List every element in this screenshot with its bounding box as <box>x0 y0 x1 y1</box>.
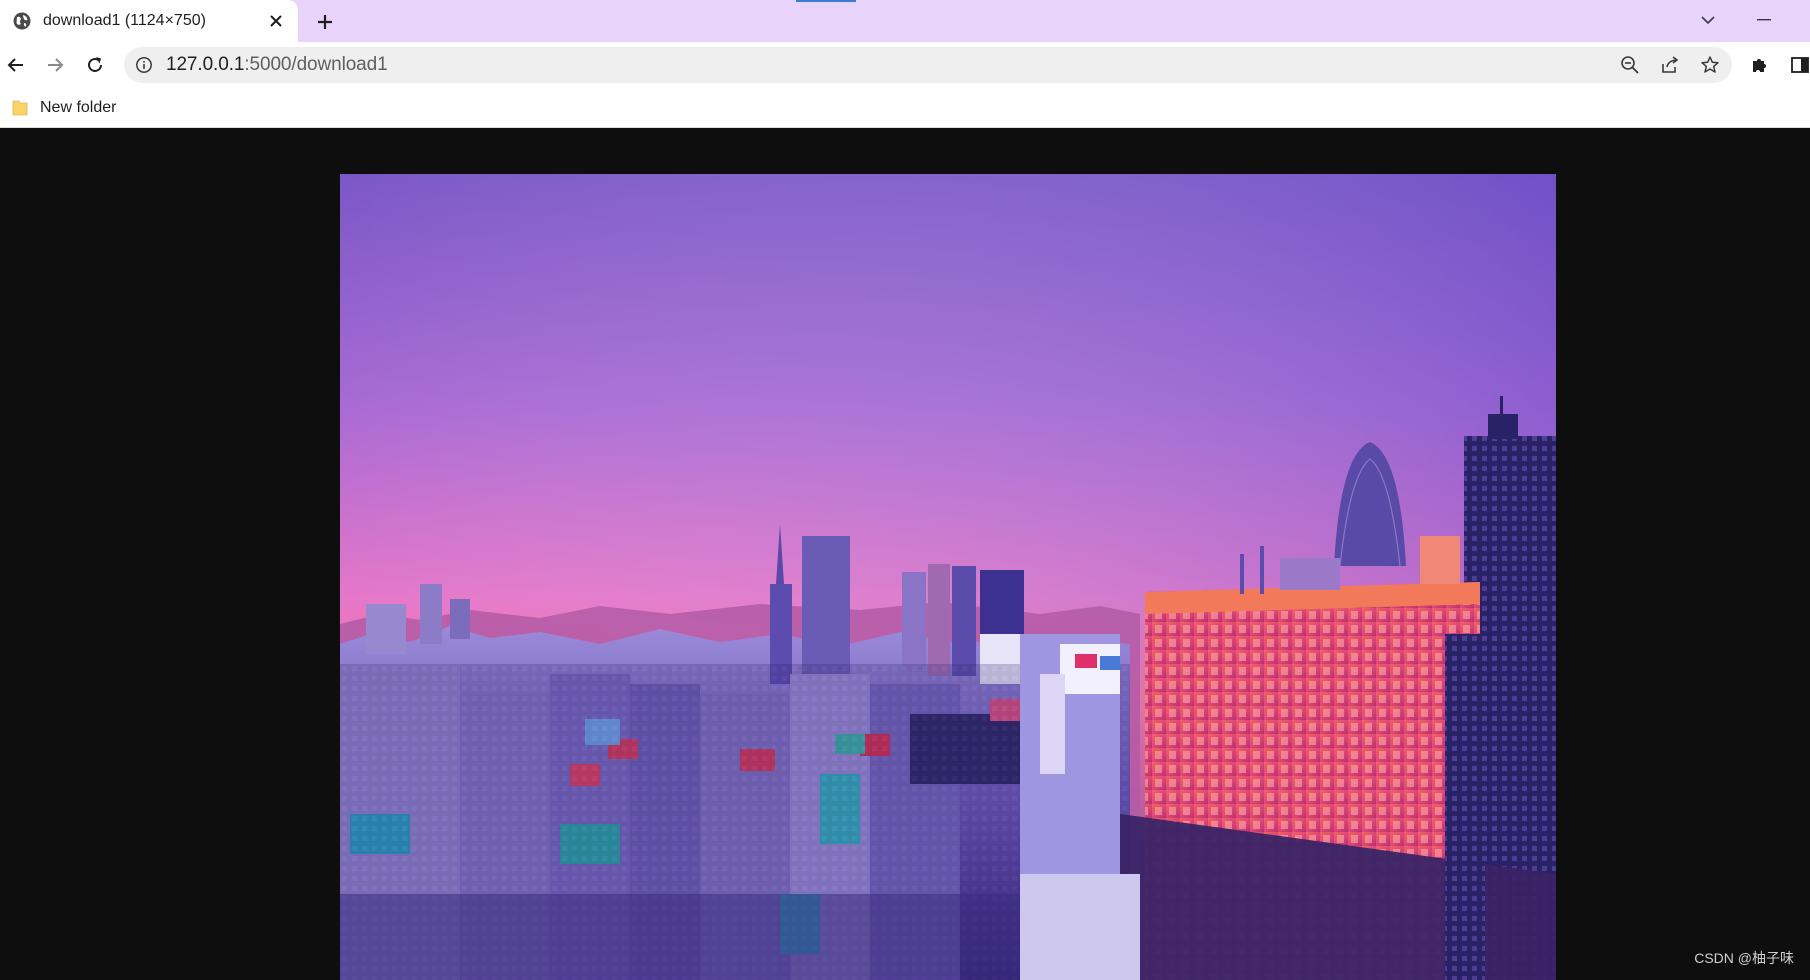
page-viewport <box>0 128 1810 980</box>
puzzle-icon[interactable] <box>1746 51 1774 79</box>
bookmarks-bar: New folder <box>0 88 1810 128</box>
side-panel-icon[interactable] <box>1786 51 1810 79</box>
star-icon[interactable] <box>1699 54 1721 76</box>
bookmark-label: New folder <box>40 99 117 116</box>
back-arrow-icon[interactable] <box>2 51 30 79</box>
close-icon[interactable] <box>266 11 286 31</box>
browser-toolbar: 127.0.0.1:5000/download1 <box>0 42 1810 88</box>
url-path: :5000/download1 <box>244 54 388 75</box>
bookmark-new-folder[interactable]: New folder <box>6 94 122 122</box>
zoom-out-icon[interactable] <box>1619 54 1641 76</box>
share-icon[interactable] <box>1659 54 1681 76</box>
minimize-icon[interactable] <box>1752 8 1776 32</box>
reload-icon[interactable] <box>81 51 109 79</box>
folder-icon <box>12 99 28 117</box>
tab-strip-accent <box>796 0 856 2</box>
plus-icon[interactable] <box>313 10 337 34</box>
globe-icon <box>12 11 32 31</box>
info-icon[interactable] <box>135 56 153 74</box>
watermark: CSDN @柚子味 <box>1694 950 1794 966</box>
url-text[interactable]: 127.0.0.1:5000/download1 <box>166 54 388 76</box>
tab-strip: download1 (1124×750) <box>0 0 1810 42</box>
tab-title: download1 (1124×750) <box>43 12 206 29</box>
chevron-down-icon[interactable] <box>1696 8 1720 32</box>
displayed-image[interactable] <box>340 174 1556 980</box>
forward-arrow-icon[interactable] <box>41 51 69 79</box>
url-host: 127.0.0.1 <box>166 54 245 75</box>
tab-download1[interactable]: download1 (1124×750) <box>0 0 298 42</box>
address-bar[interactable]: 127.0.0.1:5000/download1 <box>124 47 1732 83</box>
